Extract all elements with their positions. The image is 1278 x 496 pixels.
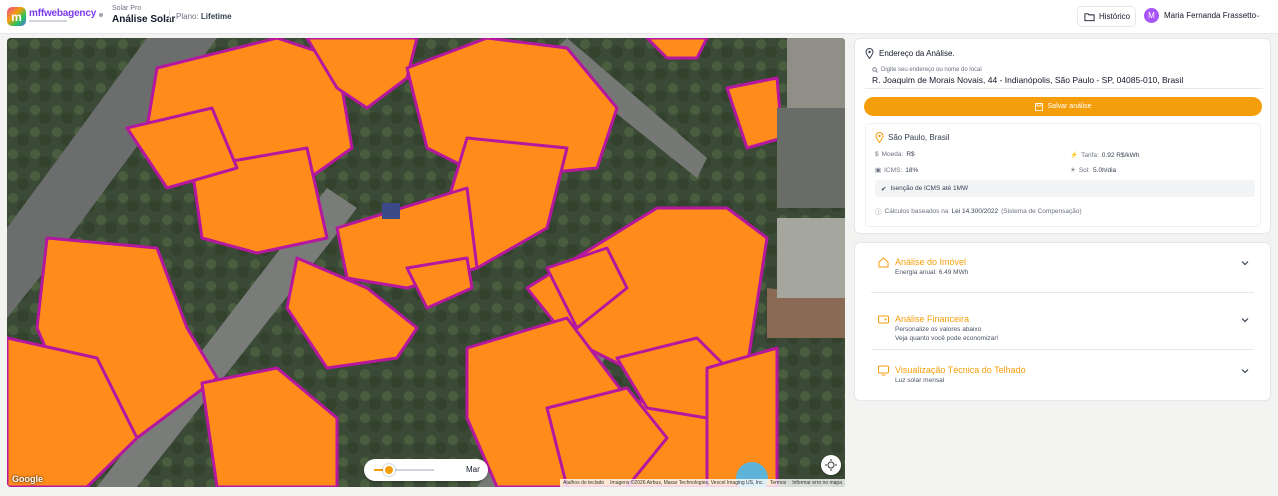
app-kicker: Solar Pro	[112, 5, 142, 12]
analysis-accordion: Análise do Imóvel Energia anual: 6.49 MW…	[854, 242, 1271, 401]
location-text: São Paulo, Brasil	[888, 133, 950, 142]
info-icon: ⓘ	[875, 209, 882, 216]
google-logo: Google	[12, 474, 43, 484]
location: São Paulo, Brasil	[875, 132, 949, 143]
attribution-shortcuts[interactable]: Atalhos do teclado	[563, 479, 604, 487]
calc-law: Lei 14.300/2022	[951, 207, 999, 215]
user-name[interactable]: Maria Fernanda Frassetto	[1164, 11, 1256, 20]
address-card: Endereço da Análise. Digite seu endereço…	[854, 38, 1271, 234]
divider	[169, 10, 170, 23]
input-underline	[865, 88, 1263, 89]
accordion-roof-technical[interactable]: Visualização Técnica do Telhado Luz sola…	[855, 351, 1270, 401]
accordion-title: Análise do Imóvel	[895, 257, 967, 267]
accordion-subtitle-line: Energia anual: 6.49 MWh	[895, 269, 969, 276]
page-title: Análise Solar	[112, 14, 176, 25]
accordion-subtitle-line: Veja quanto você pode economizar!	[895, 335, 999, 342]
chevron-down-icon[interactable]: ⌄	[1255, 11, 1261, 19]
chevron-down-icon[interactable]	[1240, 315, 1250, 325]
fullscreen-button[interactable]	[821, 455, 841, 475]
save-analysis-label: Salvar análise	[1047, 103, 1092, 110]
tariff-label: Tarifa:	[1081, 151, 1099, 159]
accordion-subtitle: Luz solar mensal	[895, 376, 944, 385]
location-info-box: São Paulo, Brasil $ Moeda: R$ ⚡ Tarifa: 0.92…	[865, 123, 1261, 227]
plan-value: Lifetime	[200, 12, 232, 21]
top-bar: m mffwebagency Solar Pro Análise Solar P…	[0, 0, 1278, 34]
chevron-down-icon[interactable]	[1240, 366, 1250, 376]
brand-name[interactable]: mffwebagency	[29, 8, 96, 19]
address-header: Endereço da Análise.	[865, 48, 955, 59]
currency-row: $ Moeda: R$	[875, 151, 915, 158]
building-icon: ▣	[875, 167, 882, 174]
address-placeholder: Digite seu endereço ou nome do local	[872, 67, 982, 73]
address-placeholder-text: Digite seu endereço ou nome do local	[881, 67, 982, 73]
currency-label: Moeda:	[881, 151, 904, 158]
attribution-report[interactable]: Informar erro no mapa	[792, 479, 842, 487]
home-icon	[878, 257, 889, 268]
history-label: Histórico	[1099, 12, 1131, 21]
accordion-subtitle-line: Luz solar mensal	[895, 377, 945, 384]
roof-flux-overlay	[7, 38, 845, 487]
attribution-terms[interactable]: Termos	[770, 479, 786, 487]
address-header-label: Endereço da Análise.	[879, 49, 955, 58]
accordion-subtitle: Personalize os valores abaixo Veja quanto…	[895, 325, 998, 343]
logo-icon[interactable]: m	[7, 7, 26, 26]
accordion-title: Análise Financeira	[895, 314, 970, 324]
address-input[interactable]: R. Joaquim de Morais Novais, 44 - Indian…	[872, 75, 1183, 85]
separator-dot	[99, 13, 103, 17]
plan-indicator: Plano: Lifetime	[176, 12, 232, 21]
accordion-property-analysis[interactable]: Análise do Imóvel Energia anual: 6.49 MW…	[855, 243, 1270, 293]
currency-icon: $	[875, 151, 879, 158]
slider-handle[interactable]	[383, 464, 395, 476]
accordion-subtitle-line: Personalize os valores abaixo	[895, 326, 982, 333]
wallet-icon	[878, 315, 889, 324]
currency-value: R$	[906, 151, 915, 158]
calc-prefix: Cálculos baseados na	[884, 207, 949, 215]
save-icon	[1034, 102, 1043, 111]
sun-icon: ☀	[1070, 167, 1076, 174]
history-button[interactable]: Histórico	[1077, 6, 1136, 27]
lightning-icon: ⚡	[1070, 152, 1079, 159]
map-pin-icon	[865, 48, 874, 59]
location-pin-icon	[875, 132, 884, 143]
icms-label: ICMS:	[884, 166, 903, 174]
sun-label: Sol:	[1078, 166, 1091, 174]
divider	[871, 292, 1254, 293]
accordion-title: Visualização Técnica do Telhado	[895, 365, 1026, 375]
avatar[interactable]: M	[1144, 8, 1159, 23]
satellite-map[interactable]: Google Mar Atalhos do teclado Imagens ©2…	[7, 38, 845, 487]
accordion-financial-analysis[interactable]: Análise Financeira Personalize os valore…	[855, 300, 1270, 350]
icms-row: ▣ ICMS: 18%	[875, 166, 919, 175]
attribution-imagery: Imagens ©2026 Airbus, Maxar Technologies…	[610, 480, 764, 486]
fullscreen-icon	[825, 459, 837, 471]
month-slider[interactable]: Mar	[364, 459, 488, 481]
sun-value: 5.0h/dia	[1093, 166, 1117, 174]
calc-suffix: (Sistema de Compensação)	[1001, 207, 1082, 215]
slider-month-label: Mar	[466, 465, 480, 474]
accordion-subtitle: Energia anual: 6.49 MWh	[895, 268, 968, 277]
plan-label: Plano:	[176, 12, 199, 21]
monitor-icon	[878, 365, 889, 376]
tariff-value: 0.92 R$/kWh	[1101, 151, 1140, 159]
brand-tagline	[29, 20, 67, 22]
calculation-note: ⓘ Cálculos baseados na Lei 14.300/2022 (Sis…	[875, 206, 1082, 217]
search-icon	[872, 67, 878, 73]
exemption-text: Isenção de ICMS até 1MW	[890, 185, 969, 192]
chevron-down-icon[interactable]	[1240, 258, 1250, 268]
save-analysis-button[interactable]: Salvar análise	[864, 97, 1262, 116]
tariff-row: ⚡ Tarifa: 0.92 R$/kWh	[1070, 151, 1140, 160]
icms-exemption-badge: ✔ Isenção de ICMS até 1MW	[875, 180, 1255, 197]
icms-value: 18%	[905, 166, 919, 174]
divider	[871, 349, 1254, 350]
map-attribution: Atalhos do teclado Imagens ©2026 Airbus,…	[560, 479, 845, 487]
folder-icon	[1084, 12, 1095, 21]
check-circle-icon: ✔	[881, 185, 887, 193]
sun-row: ☀ Sol: 5.0h/dia	[1070, 166, 1117, 175]
